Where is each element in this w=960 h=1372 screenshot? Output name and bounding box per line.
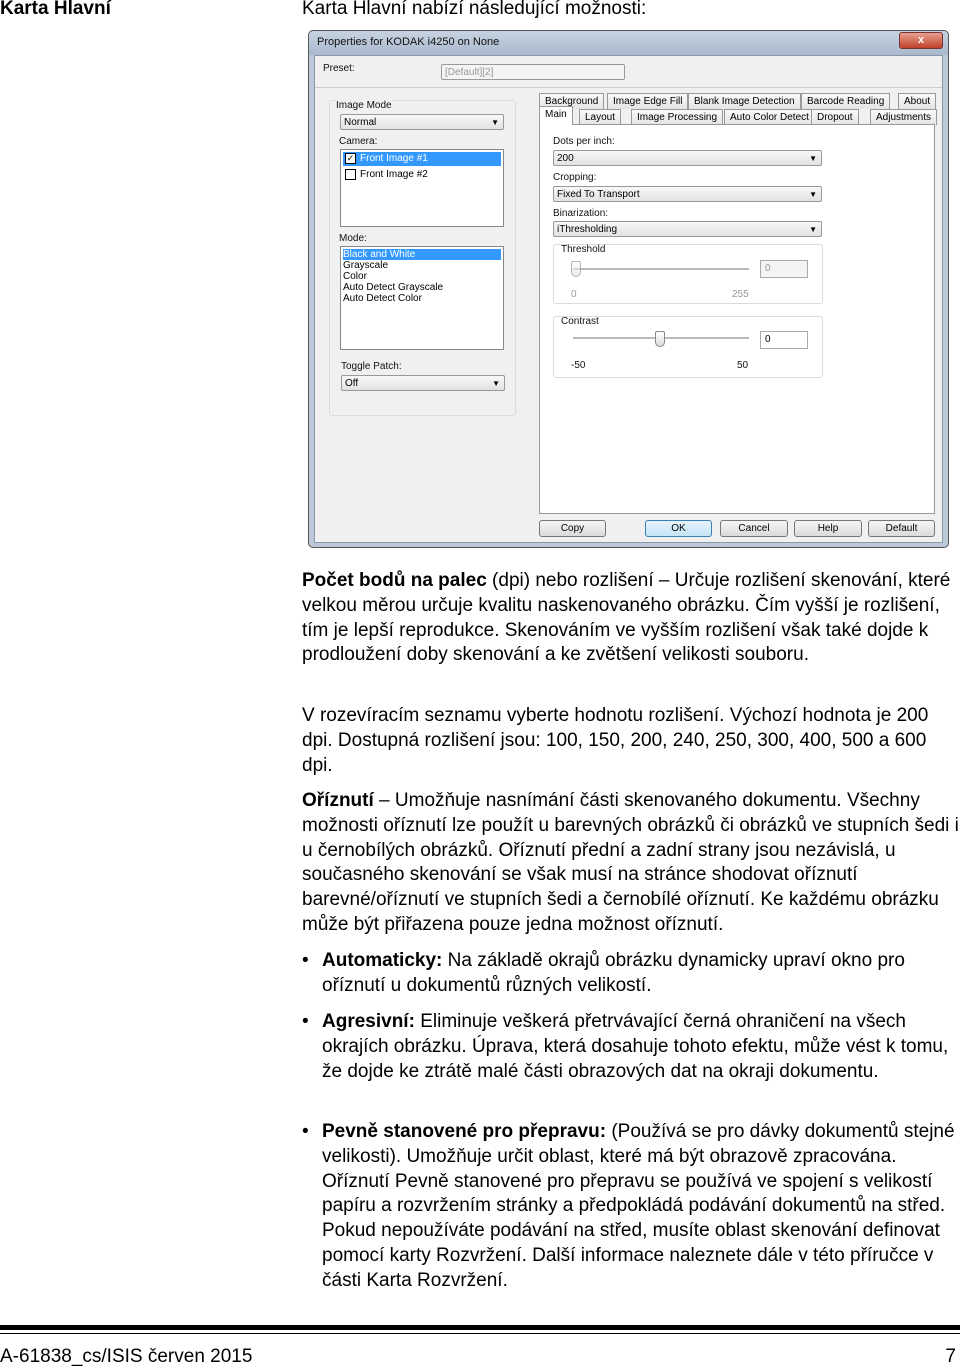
mode-item[interactable]: Auto Detect Color xyxy=(343,293,501,304)
threshold-track xyxy=(573,268,749,270)
term-cropping: Oříznutí xyxy=(302,790,374,811)
list-item: Agresivní: Eliminuje veškerá přetrvávají… xyxy=(322,1010,960,1084)
page-number: 7 xyxy=(945,1346,956,1367)
camera-item-label: Front Image #1 xyxy=(360,153,428,164)
list-item: Automaticky: Na základě okrajů obrázku d… xyxy=(322,949,960,999)
tab-about[interactable]: About xyxy=(898,93,937,109)
camera-list[interactable]: ✓ Front Image #1 Front Image #2 xyxy=(340,149,504,227)
toggle-patch-label: Toggle Patch: xyxy=(341,361,402,372)
camera-item[interactable]: Front Image #2 xyxy=(343,168,501,182)
binarization-label: Binarization: xyxy=(553,208,609,219)
checkbox-unchecked-icon[interactable] xyxy=(345,169,356,180)
tab-blank-image-detection[interactable]: Blank Image Detection xyxy=(688,93,801,109)
image-mode-select[interactable]: Normal ▼ xyxy=(340,114,504,130)
tab-image-processing[interactable]: Image Processing xyxy=(631,109,724,125)
help-button[interactable]: Help xyxy=(794,520,862,537)
tab-main[interactable]: Main xyxy=(539,106,573,125)
contrast-spinner[interactable]: 0 xyxy=(760,331,808,349)
term: Pevně stanovené pro přepravu: xyxy=(322,1121,607,1142)
paragraph-text: – Umožňuje nasnímání části skenovaného d… xyxy=(302,790,959,935)
mode-item[interactable]: Grayscale xyxy=(343,260,501,271)
contrast-max: 50 xyxy=(737,360,749,371)
properties-dialog: Properties for KODAK i4250 on None x Pre… xyxy=(308,30,949,548)
mode-item[interactable]: Color xyxy=(343,271,501,282)
mode-label: Mode: xyxy=(339,233,367,244)
chevron-down-icon: ▼ xyxy=(809,225,817,234)
checkbox-checked-icon[interactable]: ✓ xyxy=(345,153,356,164)
cropping-label: Cropping: xyxy=(553,172,597,183)
list-item-text: (Používá se pro dávky dokumentů stejné v… xyxy=(322,1121,955,1291)
tab-layout[interactable]: Layout xyxy=(579,109,622,125)
divider xyxy=(315,87,942,88)
term: Automaticky: xyxy=(322,950,443,971)
chevron-down-icon: ▼ xyxy=(491,118,499,127)
footer-rule xyxy=(0,1325,960,1330)
cancel-button[interactable]: Cancel xyxy=(720,520,788,537)
close-button[interactable]: x xyxy=(899,32,943,49)
mode-item[interactable]: Auto Detect Grayscale xyxy=(343,282,501,293)
title-bar: Properties for KODAK i4250 on None x xyxy=(309,31,948,55)
binarization-value: iThresholding xyxy=(557,224,618,235)
term: Agresivní: xyxy=(322,1011,415,1032)
paragraph-cropping: Oříznutí – Umožňuje nasnímání části sken… xyxy=(302,789,960,938)
ok-button[interactable]: OK xyxy=(645,520,712,537)
copy-button[interactable]: Copy xyxy=(539,520,606,537)
bullet-icon: • xyxy=(302,950,309,971)
paragraph-dpi: Počet bodů na palec (dpi) nebo rozlišení… xyxy=(302,569,960,668)
bullet-icon: • xyxy=(302,1121,309,1142)
tab-barcode-reading[interactable]: Barcode Reading xyxy=(801,93,891,109)
tab-auto-color-detect[interactable]: Auto Color Detect xyxy=(724,109,815,125)
threshold-spinner[interactable]: 0 xyxy=(760,260,808,278)
preset-label: Preset: xyxy=(323,63,355,74)
image-mode-value: Normal xyxy=(344,117,377,128)
toggle-patch-select[interactable]: Off ▼ xyxy=(341,375,505,391)
contrast-slider[interactable] xyxy=(655,331,665,347)
dpi-value: 200 xyxy=(557,153,574,164)
tab-adjustments[interactable]: Adjustments xyxy=(870,109,938,125)
contrast-label: Contrast xyxy=(561,316,599,327)
footer-doc-id: A-61838_cs/ISIS červen 2015 xyxy=(0,1346,253,1367)
threshold-slider[interactable] xyxy=(571,261,581,277)
dialog-title: Properties for KODAK i4250 on None xyxy=(317,36,500,48)
default-button[interactable]: Default xyxy=(868,520,935,537)
threshold-min: 0 xyxy=(571,289,577,300)
cropping-select[interactable]: Fixed To Transport ▼ xyxy=(553,186,822,202)
footer-rule-thin xyxy=(0,1333,960,1334)
bullet-icon: • xyxy=(302,1011,309,1032)
threshold-max: 255 xyxy=(732,289,749,300)
chevron-down-icon: ▼ xyxy=(492,379,500,388)
dialog-body: Preset: [Default][2] Image Mode Normal ▼ … xyxy=(314,55,943,543)
section-title: Karta Hlavní xyxy=(0,0,111,19)
dpi-label: Dots per inch: xyxy=(553,136,615,147)
camera-item[interactable]: ✓ Front Image #1 xyxy=(343,152,501,166)
chevron-down-icon: ▼ xyxy=(809,154,817,163)
term-dpi: Počet bodů na palec xyxy=(302,570,487,591)
dpi-select[interactable]: 200 ▼ xyxy=(553,150,822,166)
mode-item[interactable]: Black and White xyxy=(343,249,501,260)
toggle-patch-value: Off xyxy=(345,378,359,389)
binarization-select[interactable]: iThresholding ▼ xyxy=(553,221,822,237)
list-item-text: Eliminuje veškerá přetrvávající černá oh… xyxy=(322,1011,949,1082)
threshold-label: Threshold xyxy=(561,244,606,255)
chevron-down-icon: ▼ xyxy=(809,190,817,199)
section-intro: Karta Hlavní nabízí následující možnosti… xyxy=(302,0,647,19)
paragraph-dpi-options: V rozevíracím seznamu vyberte hodnotu ro… xyxy=(302,705,929,776)
camera-label: Camera: xyxy=(339,136,378,147)
contrast-min: -50 xyxy=(571,360,586,371)
tab-image-edge-fill[interactable]: Image Edge Fill xyxy=(607,93,689,109)
image-mode-label: Image Mode xyxy=(336,100,392,111)
camera-item-label: Front Image #2 xyxy=(360,169,428,180)
mode-list[interactable]: Black and White Grayscale Color Auto Det… xyxy=(340,246,504,350)
preset-field[interactable]: [Default][2] xyxy=(441,64,625,80)
cropping-value: Fixed To Transport xyxy=(557,189,640,200)
list-item: Pevně stanovené pro přepravu: (Používá s… xyxy=(322,1120,960,1294)
tab-dropout[interactable]: Dropout xyxy=(811,109,859,125)
